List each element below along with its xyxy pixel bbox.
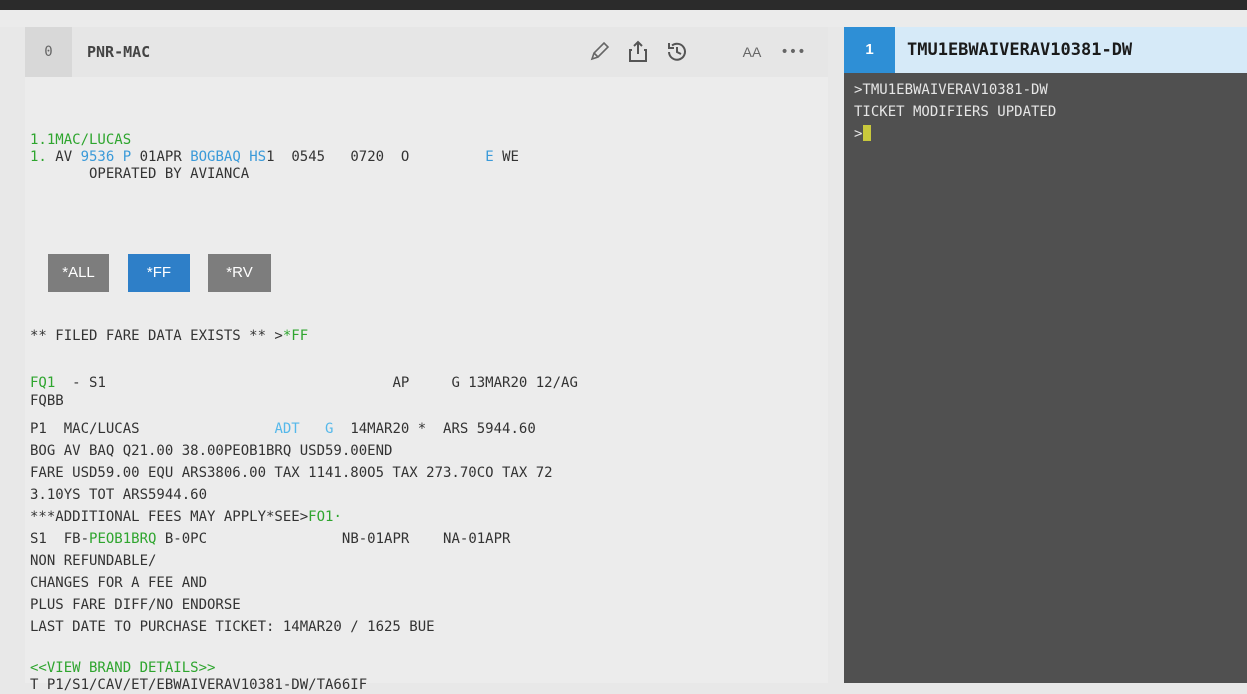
window-number[interactable]: 1 [844, 27, 895, 73]
non-refundable-line: NON REFUNDABLE/ [30, 553, 157, 569]
all-button[interactable]: *ALL [48, 254, 109, 292]
pnr-display: 1.1MAC/LUCAS 1. AV 9536 P 01APR BOGBAQ H… [25, 77, 828, 693]
additional-fees-text: ***ADDITIONAL FEES MAY APPLY*SEE> [30, 509, 309, 525]
rv-button[interactable]: *RV [208, 254, 271, 292]
s1-prefix: S1 FB- [30, 531, 90, 547]
fare-line-1: FARE USD59.00 EQU ARS3806.00 TAX 1141.80… [30, 465, 553, 481]
plus-fare-line: PLUS FARE DIFF/NO ENDORSE [30, 597, 241, 613]
left-terminal-window: 0 PNR-MAC AA ••• 1.1MAC/LUCAS 1. AV 9536… [25, 27, 828, 693]
segment-date: 01APR [131, 149, 191, 165]
adt-link[interactable]: ADT [274, 421, 299, 437]
fare-basis-link[interactable]: PEOB1BRQ [89, 531, 156, 547]
status-link[interactable]: HS [249, 149, 266, 165]
segment-number: 1. [30, 149, 47, 165]
fq1-link[interactable]: FQ1 [30, 375, 55, 391]
ticket-line: T P1/S1/CAV/ET/EBWAIVERAV10381-DW/TA66IF [30, 677, 368, 693]
response-line: TICKET MODIFIERS UPDATED [854, 104, 1057, 120]
left-window-header: 0 PNR-MAC AA ••• [25, 27, 828, 77]
additional-fees-line: ***ADDITIONAL FEES MAY APPLY*SEE>FO1· [30, 509, 342, 526]
view-brand-details-link[interactable]: <<VIEW BRAND DETAILS>> [30, 660, 215, 677]
filed-fare-line: ** FILED FARE DATA EXISTS ** >*FF [30, 328, 308, 345]
more-icon[interactable]: ••• [778, 39, 808, 65]
window-title: TMU1EBWAIVERAV10381-DW [907, 40, 1133, 60]
fare-line-2: 3.10YS TOT ARS5944.60 [30, 487, 208, 503]
s1-details: B-0PC NB-01APR NA-01APR [156, 531, 511, 547]
p1-name: P1 MAC/LUCAS [30, 421, 275, 437]
p1-total: 14MAR20 * ARS 5944.60 [333, 421, 536, 437]
share-icon[interactable] [625, 39, 651, 65]
top-bar [0, 0, 1247, 10]
segment-line: 1. AV 9536 P 01APR BOGBAQ HS1 0545 0720 … [30, 149, 519, 166]
right-terminal-window: 1 TMU1EBWAIVERAV10381-DW >TMU1EBWAIVERAV… [844, 27, 1247, 683]
fare-calc-line: BOG AV BAQ Q21.00 38.00PEOB1BRQ USD59.00… [30, 443, 393, 459]
operated-by-line: OPERATED BY AVIANCA [30, 166, 250, 182]
segment-times: 1 0545 0720 O [266, 149, 486, 165]
class-link[interactable]: P [123, 149, 131, 165]
text-cursor [863, 125, 872, 141]
segment-day: WE [493, 149, 519, 165]
fo1-link[interactable]: FO1· [308, 509, 342, 525]
pnr-name-line: 1.1MAC/LUCAS [30, 132, 132, 148]
command-echo-line: >TMU1EBWAIVERAV10381-DW [854, 82, 1048, 98]
right-window-header: 1 TMU1EBWAIVERAV10381-DW [844, 27, 1247, 73]
prompt-symbol: > [854, 126, 863, 142]
pencil-icon[interactable] [586, 39, 612, 65]
filed-fare-text: ** FILED FARE DATA EXISTS ** > [30, 328, 283, 344]
p1-line: P1 MAC/LUCAS ADT G 14MAR20 * ARS 5944.60 [30, 421, 536, 438]
s1-fare-basis-line: S1 FB-PEOB1BRQ B-0PC NB-01APR NA-01APR [30, 531, 510, 548]
segment-carrier: AV [46, 149, 81, 165]
fqbb-line: FQBB [30, 393, 64, 409]
changes-line: CHANGES FOR A FEE AND [30, 575, 208, 591]
background-strip [0, 10, 1247, 27]
fq-details: - S1 AP G 13MAR20 12/AG [55, 375, 578, 391]
ff-link[interactable]: *FF [283, 328, 308, 344]
window-number[interactable]: 0 [25, 27, 72, 77]
window-title: PNR-MAC [87, 43, 151, 61]
flight-number-link[interactable]: 9536 [81, 149, 115, 165]
e-link[interactable]: E [485, 149, 493, 165]
command-prompt[interactable]: > [854, 125, 872, 143]
last-date-line: LAST DATE TO PURCHASE TICKET: 14MAR20 / … [30, 619, 435, 635]
font-size-icon[interactable]: AA [737, 39, 767, 65]
route-link[interactable]: BOGBAQ [190, 149, 241, 165]
ff-button[interactable]: *FF [128, 254, 190, 292]
fq-line: FQ1 - S1 AP G 13MAR20 12/AG [30, 375, 578, 392]
history-icon[interactable] [664, 39, 690, 65]
